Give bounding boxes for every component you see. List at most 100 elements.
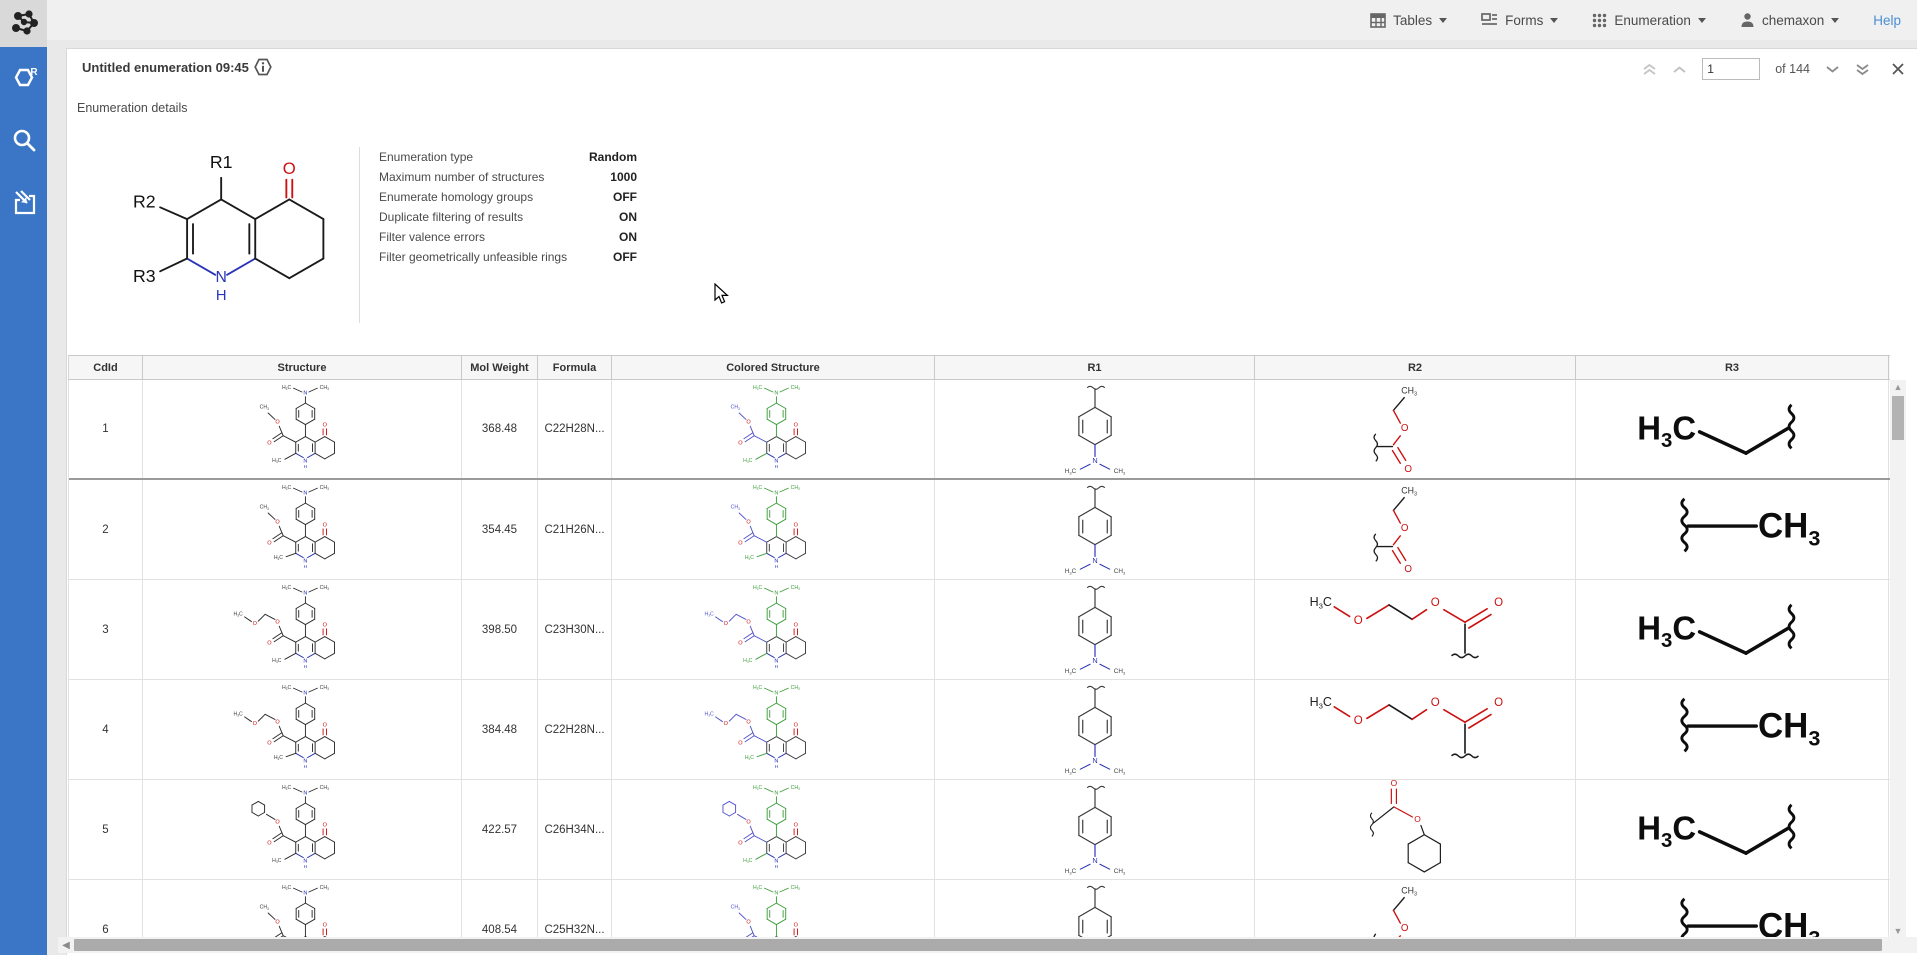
table-row[interactable]: 4ONHNH3CCH3OOOH3CH3C384.48C22H28N...ONHN… xyxy=(69,680,1890,780)
cell-cdid: 6 xyxy=(69,880,143,938)
svg-text:CH3: CH3 xyxy=(791,385,800,391)
cell-mol-weight: 408.54 xyxy=(462,880,538,938)
column-header-cdid[interactable]: CdId xyxy=(69,356,143,379)
r2-fragment-depiction: CH3OO xyxy=(1359,380,1471,478)
table-row[interactable]: 6ONHNH3CCH3OOCH3H3C408.54C25H32N...ONHNH… xyxy=(69,880,1890,938)
svg-text:O: O xyxy=(746,519,751,525)
column-header-r1[interactable]: R1 xyxy=(935,356,1255,379)
svg-text:O: O xyxy=(794,622,799,628)
svg-text:O: O xyxy=(738,640,743,646)
svg-text:O: O xyxy=(267,440,272,446)
cell-mol-weight: 398.50 xyxy=(462,580,538,679)
svg-text:H3C: H3C xyxy=(274,555,283,561)
forms-icon xyxy=(1481,13,1498,27)
column-header-colored-structure[interactable]: Colored Structure xyxy=(612,356,935,379)
close-icon[interactable] xyxy=(1891,62,1905,76)
cell-r3: H3C xyxy=(1576,580,1889,679)
table-row[interactable]: 5ONHNH3CCH3OOH3C422.57C26H34N...ONHNH3CC… xyxy=(69,780,1890,880)
user-icon xyxy=(1740,12,1755,28)
first-page-icon[interactable] xyxy=(1642,63,1657,76)
horizontal-scroll-thumb[interactable] xyxy=(74,939,1882,951)
cell-r1: NH3CCH3 xyxy=(935,680,1255,779)
svg-text:H3C: H3C xyxy=(753,885,762,891)
cell-r1: NH3CCH3 xyxy=(935,780,1255,879)
menu-enumeration[interactable]: Enumeration xyxy=(1592,13,1706,28)
svg-text:O: O xyxy=(738,840,743,846)
vertical-scroll-thumb[interactable] xyxy=(1892,396,1904,440)
prev-page-icon[interactable] xyxy=(1672,65,1687,74)
svg-text:O: O xyxy=(323,422,328,428)
svg-text:O: O xyxy=(1401,923,1409,934)
svg-text:O: O xyxy=(267,640,272,646)
svg-text:H3C: H3C xyxy=(705,612,714,618)
next-page-icon[interactable] xyxy=(1825,65,1840,74)
cell-cdid: 5 xyxy=(69,780,143,879)
column-header-mol-weight[interactable]: Mol Weight xyxy=(462,356,538,379)
last-page-icon[interactable] xyxy=(1855,63,1870,76)
cell-structure: ONHNH3CCH3OOH3C xyxy=(143,780,462,879)
svg-text:CH3: CH3 xyxy=(1401,886,1417,898)
svg-text:O: O xyxy=(275,419,280,425)
help-link[interactable]: Help xyxy=(1873,13,1901,28)
svg-text:N: N xyxy=(215,269,226,286)
svg-text:N: N xyxy=(774,891,778,897)
app-logo[interactable] xyxy=(0,0,47,47)
page-number-input[interactable] xyxy=(1702,58,1760,80)
svg-text:H3C: H3C xyxy=(1310,595,1332,611)
svg-text:O: O xyxy=(323,622,328,628)
colored-structure-depiction: ONHNH3CCH3OOCH3H3C xyxy=(693,480,853,579)
svg-text:H3C: H3C xyxy=(282,485,291,491)
svg-text:O: O xyxy=(1431,597,1440,609)
menu-user[interactable]: chemaxon xyxy=(1740,12,1839,28)
cell-cdid: 3 xyxy=(69,580,143,679)
svg-text:O: O xyxy=(794,822,799,828)
svg-text:N: N xyxy=(303,691,307,697)
horizontal-scrollbar[interactable]: ◀ xyxy=(58,937,1917,953)
cell-mol-weight: 354.45 xyxy=(462,480,538,579)
r1-fragment-depiction: NH3CCH3 xyxy=(1041,580,1149,679)
vertical-scrollbar[interactable]: ▲ ▼ xyxy=(1890,380,1906,938)
svg-text:N: N xyxy=(774,390,778,396)
content-card: Untitled enumeration 09:45 of 144 Enume xyxy=(66,48,1917,955)
svg-text:H3C: H3C xyxy=(753,485,762,491)
cell-colored-structure: ONHNH3CCH3OOH3C xyxy=(612,780,935,879)
structure-depiction: ONHNH3CCH3OOH3C xyxy=(222,780,382,879)
svg-text:H3C: H3C xyxy=(1064,468,1076,475)
svg-text:H: H xyxy=(775,764,779,769)
menu-forms[interactable]: Forms xyxy=(1481,13,1558,28)
cell-r1: NH3CCH3 xyxy=(935,580,1255,679)
cell-r1: NH3CCH3 xyxy=(935,480,1255,579)
column-header-r2[interactable]: R2 xyxy=(1255,356,1576,379)
column-header-r3[interactable]: R3 xyxy=(1576,356,1889,379)
svg-text:H3C: H3C xyxy=(745,555,754,561)
detail-label: Filter geometrically unfeasible rings xyxy=(379,250,567,264)
svg-text:H3C: H3C xyxy=(753,385,762,391)
scroll-left-icon[interactable]: ◀ xyxy=(58,940,74,951)
svg-text:O: O xyxy=(275,519,280,525)
sidebar-item-import[interactable] xyxy=(0,178,47,226)
cell-r2: H3COOO xyxy=(1255,580,1576,679)
svg-text:H: H xyxy=(304,463,308,468)
cell-r3: H3C xyxy=(1576,780,1889,879)
table-row[interactable]: 2ONHNH3CCH3OOCH3H3C354.45C21H26N...ONHNH… xyxy=(69,480,1890,580)
scroll-up-icon[interactable]: ▲ xyxy=(1890,380,1906,394)
svg-text:O: O xyxy=(746,719,751,725)
table-row[interactable]: 3ONHNH3CCH3OOOH3CH3C398.50C23H30N...ONHN… xyxy=(69,580,1890,680)
sidebar-item-markush[interactable]: R xyxy=(0,56,47,104)
column-header-formula[interactable]: Formula xyxy=(538,356,612,379)
table-row[interactable]: 1ONHNH3CCH3OOCH3H3C368.48C22H28N...ONHNH… xyxy=(69,380,1890,480)
svg-text:O: O xyxy=(1494,697,1503,709)
svg-text:CH3: CH3 xyxy=(260,505,269,511)
column-header-structure[interactable]: Structure xyxy=(143,356,462,379)
info-icon[interactable] xyxy=(253,57,273,82)
structure-depiction: ONHNH3CCH3OOCH3H3C xyxy=(222,480,382,579)
r1-fragment-depiction: NH3CCH3 xyxy=(1041,780,1149,879)
menu-tables[interactable]: Tables xyxy=(1370,13,1447,28)
scroll-down-icon[interactable]: ▼ xyxy=(1890,924,1906,938)
sidebar-item-search[interactable] xyxy=(0,116,47,164)
svg-text:H: H xyxy=(775,864,779,869)
cell-formula: C25H32N... xyxy=(538,880,612,938)
svg-text:H3C: H3C xyxy=(743,457,752,463)
svg-text:H3C: H3C xyxy=(753,685,762,691)
svg-text:CH3: CH3 xyxy=(320,385,329,391)
